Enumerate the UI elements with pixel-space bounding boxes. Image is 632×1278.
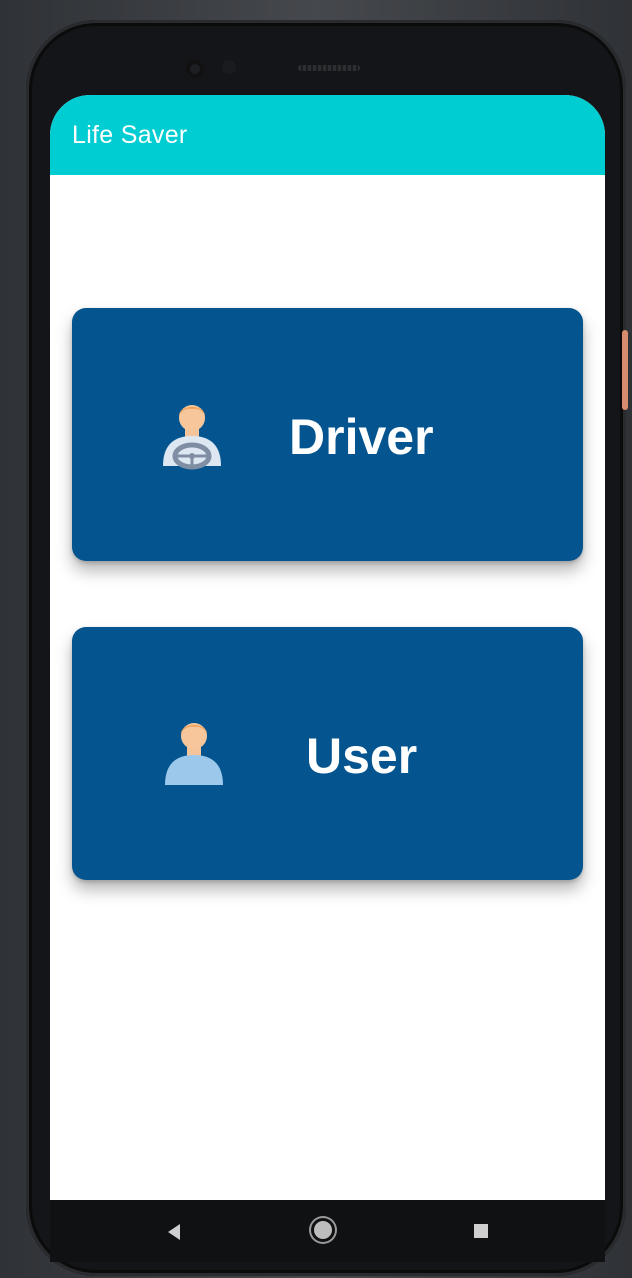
recent-square-icon[interactable]: [474, 1224, 488, 1238]
power-button: [622, 330, 628, 410]
app-title: Life Saver: [72, 121, 188, 149]
driver-avatar-icon: [163, 405, 221, 470]
front-camera-icon: [186, 60, 204, 78]
driver-button[interactable]: Driver: [72, 308, 583, 561]
user-label: User: [306, 728, 418, 784]
sensor-icon: [222, 60, 236, 74]
back-triangle-icon[interactable]: [168, 1224, 180, 1240]
driver-label: Driver: [289, 409, 434, 465]
user-avatar-icon: [165, 723, 223, 785]
user-button[interactable]: User: [72, 627, 583, 880]
earpiece-speaker: [298, 65, 360, 71]
app-screen: Life Saver Driver User: [50, 95, 605, 1200]
app-bar: Life Saver: [50, 95, 605, 175]
system-nav-bar: [50, 1200, 605, 1262]
home-circle-icon[interactable]: [314, 1221, 332, 1239]
